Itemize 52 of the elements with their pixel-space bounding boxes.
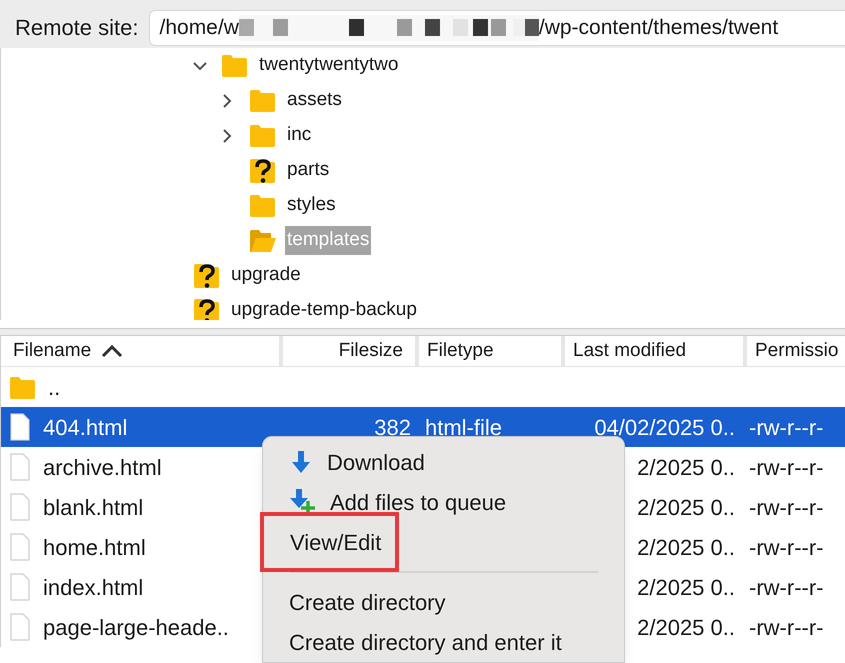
tree-item[interactable]: parts bbox=[285, 156, 332, 185]
path-text: /home/w bbox=[160, 14, 239, 41]
file-name: .. bbox=[48, 374, 60, 402]
table-cell: -rw-r--r- bbox=[749, 454, 824, 480]
remote-site-label: Remote site: bbox=[15, 14, 138, 42]
unknown-folder-icon bbox=[193, 296, 220, 320]
table-cell: -rw-r--r- bbox=[749, 614, 824, 640]
file-icon bbox=[9, 493, 31, 521]
open-folder-icon bbox=[249, 228, 276, 253]
folder-icon bbox=[221, 53, 248, 78]
folder-icon bbox=[9, 374, 36, 400]
file-name: blank.html bbox=[43, 494, 144, 522]
file-icon bbox=[9, 413, 31, 441]
file-name: 404.html bbox=[43, 414, 128, 442]
unknown-folder-icon bbox=[249, 156, 276, 184]
remote-site-field[interactable]: /home/w /wp-content/themes/twent bbox=[148, 10, 845, 46]
sort-ascending-icon bbox=[101, 344, 124, 358]
unknown-folder-icon bbox=[193, 262, 220, 290]
table-cell: html-file bbox=[425, 414, 502, 440]
tree-item[interactable]: styles bbox=[285, 191, 338, 220]
table-cell: 2/2025 0.. bbox=[637, 454, 735, 480]
file-name: page-large-heade.. bbox=[43, 614, 229, 642]
folder-icon bbox=[249, 193, 276, 218]
table-cell: -rw-r--r- bbox=[749, 494, 824, 520]
table-cell: 2/2025 0.. bbox=[637, 494, 735, 520]
tree-item[interactable]: upgrade-temp-backup bbox=[229, 296, 419, 320]
file-icon bbox=[9, 573, 31, 601]
file-name: home.html bbox=[43, 534, 146, 562]
menu-item[interactable]: Create directory bbox=[263, 582, 456, 622]
tree-item[interactable]: twentytwentytwo bbox=[257, 51, 400, 80]
tree-item[interactable]: assets bbox=[285, 86, 344, 115]
table-cell: -rw-r--r- bbox=[749, 574, 824, 600]
table-cell: 382 bbox=[374, 414, 411, 440]
file-icon bbox=[9, 613, 31, 641]
menu-item[interactable]: Create directory and enter it bbox=[263, 622, 572, 662]
file-icon bbox=[9, 453, 31, 481]
column-header[interactable]: Filename bbox=[1, 336, 279, 366]
folder-icon bbox=[249, 123, 276, 148]
table-cell: -rw-r--r- bbox=[749, 414, 824, 440]
table-cell: 04/02/2025 0.. bbox=[594, 414, 735, 440]
table-cell: 2/2025 0.. bbox=[637, 614, 735, 640]
table-cell: 2/2025 0.. bbox=[637, 534, 735, 560]
file-name: index.html bbox=[43, 574, 144, 602]
tree-item[interactable]: upgrade bbox=[229, 261, 303, 290]
tree-item[interactable]: inc bbox=[285, 121, 314, 150]
folder-icon bbox=[249, 88, 276, 113]
table-cell: 2/2025 0.. bbox=[637, 574, 735, 600]
path-text: /wp-content/themes/twent bbox=[538, 14, 778, 41]
download-icon bbox=[289, 450, 313, 474]
table-cell: -rw-r--r- bbox=[749, 534, 824, 560]
file-icon bbox=[9, 533, 31, 561]
file-name: archive.html bbox=[43, 454, 162, 482]
